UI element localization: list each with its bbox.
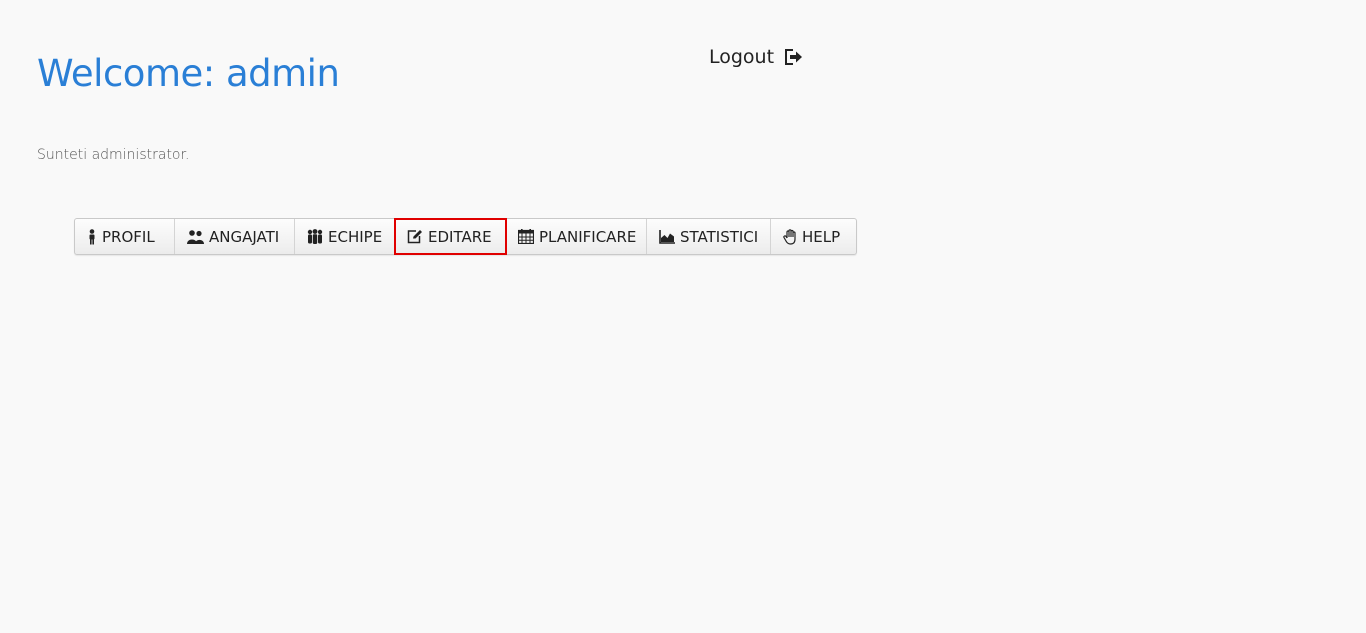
users-icon [187,229,204,244]
menu-item-angajati[interactable]: ANGAJATI [175,219,295,254]
edit-icon [407,229,423,244]
logout-icon [784,48,804,66]
menu-item-help[interactable]: HELP [771,219,856,254]
menu-item-profil[interactable]: PROFIL [75,219,175,254]
hand-icon [783,228,797,245]
menu-item-label: EDITARE [428,227,492,246]
main-menu: PROFIL ANGAJATI ECHIPE EDITARE PLANIFICA… [74,218,857,255]
menu-item-label: ANGAJATI [209,227,280,246]
logout-button[interactable]: Logout [709,46,804,68]
role-text: Sunteti administrator. [37,147,190,163]
menu-item-planificare[interactable]: PLANIFICARE [506,219,647,254]
calendar-icon [518,229,534,244]
menu-item-label: ECHIPE [328,227,383,246]
area-chart-icon [659,229,675,244]
menu-item-echipe[interactable]: ECHIPE [295,219,395,254]
menu-item-label: PROFIL [102,227,155,246]
menu-item-label: STATISTICI [680,227,759,246]
menu-item-label: PLANIFICARE [539,227,637,246]
page: Welcome: admin Logout Sunteti administra… [0,0,1366,633]
group-icon [307,229,323,244]
menu-item-statistici[interactable]: STATISTICI [647,219,771,254]
person-icon [87,228,97,245]
page-title: Welcome: admin [37,52,340,95]
menu-item-editare[interactable]: EDITARE [394,218,507,255]
menu-item-label: HELP [802,227,841,246]
logout-label: Logout [709,46,775,68]
